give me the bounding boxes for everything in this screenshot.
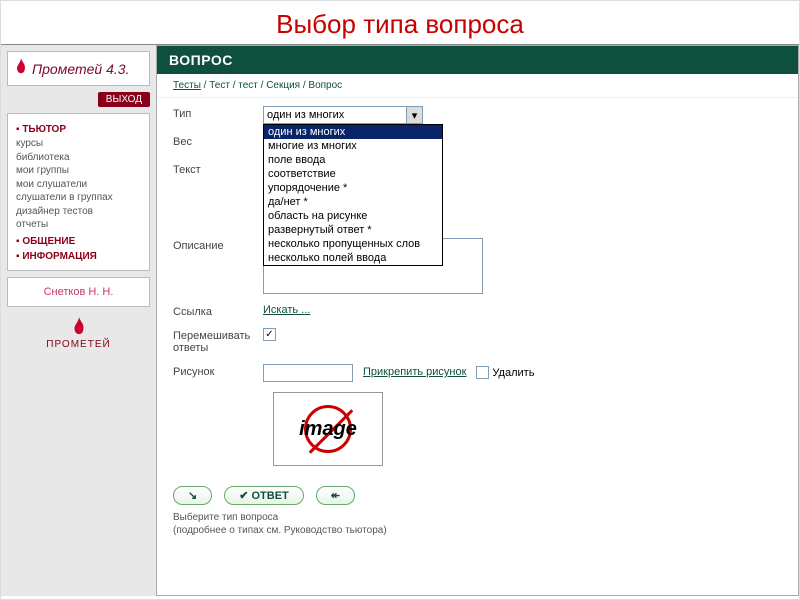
nav-item-courses[interactable]: курсы [16,137,141,151]
nav-item-students-in-groups[interactable]: слушатели в группах [16,191,141,205]
breadcrumb: Тесты / Тест / тест / Секция / Вопрос [157,74,798,98]
nav-heading-info: ▪ ИНФОРМАЦИЯ [16,251,141,262]
type-option-2[interactable]: многие из многих [264,139,442,153]
nav-box: ▪ ТЬЮТОР курсы библиотека мои группы мои… [7,113,150,271]
arrow-down-icon: ↘ [188,489,197,502]
slide-title: Выбор типа вопроса [1,1,799,44]
flame-icon [14,58,28,79]
type-option-4[interactable]: соответствие [264,167,442,181]
type-option-1[interactable]: один из многих [264,125,442,139]
nav-heading-chat: ▪ ОБЩЕНИЕ [16,236,141,247]
label-weight: Вес [173,134,263,148]
nav-item-reports[interactable]: отчеты [16,218,141,232]
attach-picture-link[interactable]: Прикрепить рисунок [363,366,466,378]
brand-name: Прометей 4.3. [32,61,129,77]
type-option-6[interactable]: да/нет * [264,195,442,209]
answer-button[interactable]: ✔ ОТВЕТ [224,486,304,505]
main-panel: ВОПРОС Тесты / Тест / тест / Секция / Во… [156,45,799,596]
arrow-left-icon: ↞ [331,489,340,502]
picture-input[interactable] [263,364,353,382]
hint-text: Выберите тип вопроса (подробнее о типах … [173,511,782,537]
shuffle-checkbox[interactable]: ✓ [263,328,276,341]
nav-heading-tutor: ▪ ТЬЮТОР [16,124,141,135]
nav-item-test-designer[interactable]: дизайнер тестов [16,205,141,219]
type-select[interactable]: один из многих ▾ один из многих многие и… [263,106,423,124]
footer-logo: ПРОМЕТЕЙ [7,317,150,350]
username-box: Снетков Н. Н. [7,277,150,307]
label-desc: Описание [173,238,263,252]
nav-item-library[interactable]: библиотека [16,151,141,165]
next-button[interactable]: ↞ [316,486,355,505]
chevron-down-icon[interactable]: ▾ [406,107,422,123]
type-option-3[interactable]: поле ввода [264,153,442,167]
label-delete: Удалить [492,367,534,379]
label-link: Ссылка [173,304,263,318]
panel-title: ВОПРОС [157,46,798,74]
search-link[interactable]: Искать ... [263,304,310,316]
nav-item-my-groups[interactable]: мои группы [16,164,141,178]
label-type: Тип [173,106,263,120]
type-option-7[interactable]: область на рисунке [264,209,442,223]
prev-button[interactable]: ↘ [173,486,212,505]
exit-button[interactable]: ВЫХОД [98,92,150,107]
type-option-8[interactable]: развернутый ответ * [264,223,442,237]
delete-checkbox[interactable] [476,366,489,379]
type-option-9[interactable]: несколько пропущенных слов [264,237,442,251]
type-select-value: один из многих [267,109,344,121]
label-picture: Рисунок [173,364,263,378]
sidebar: Прометей 4.3. ВЫХОД ▪ ТЬЮТОР курсы библи… [1,45,156,596]
type-option-5[interactable]: упорядочение * [264,181,442,195]
type-dropdown-list: один из многих многие из многих поле вво… [263,124,443,266]
image-placeholder: image [273,392,383,466]
nav-item-my-students[interactable]: мои слушатели [16,178,141,192]
brand-box: Прометей 4.3. [7,51,150,86]
label-text: Текст [173,162,263,176]
breadcrumb-root[interactable]: Тесты [173,80,201,91]
type-option-10[interactable]: несколько полей ввода [264,251,442,265]
label-shuffle: Перемешивать ответы [173,328,263,354]
